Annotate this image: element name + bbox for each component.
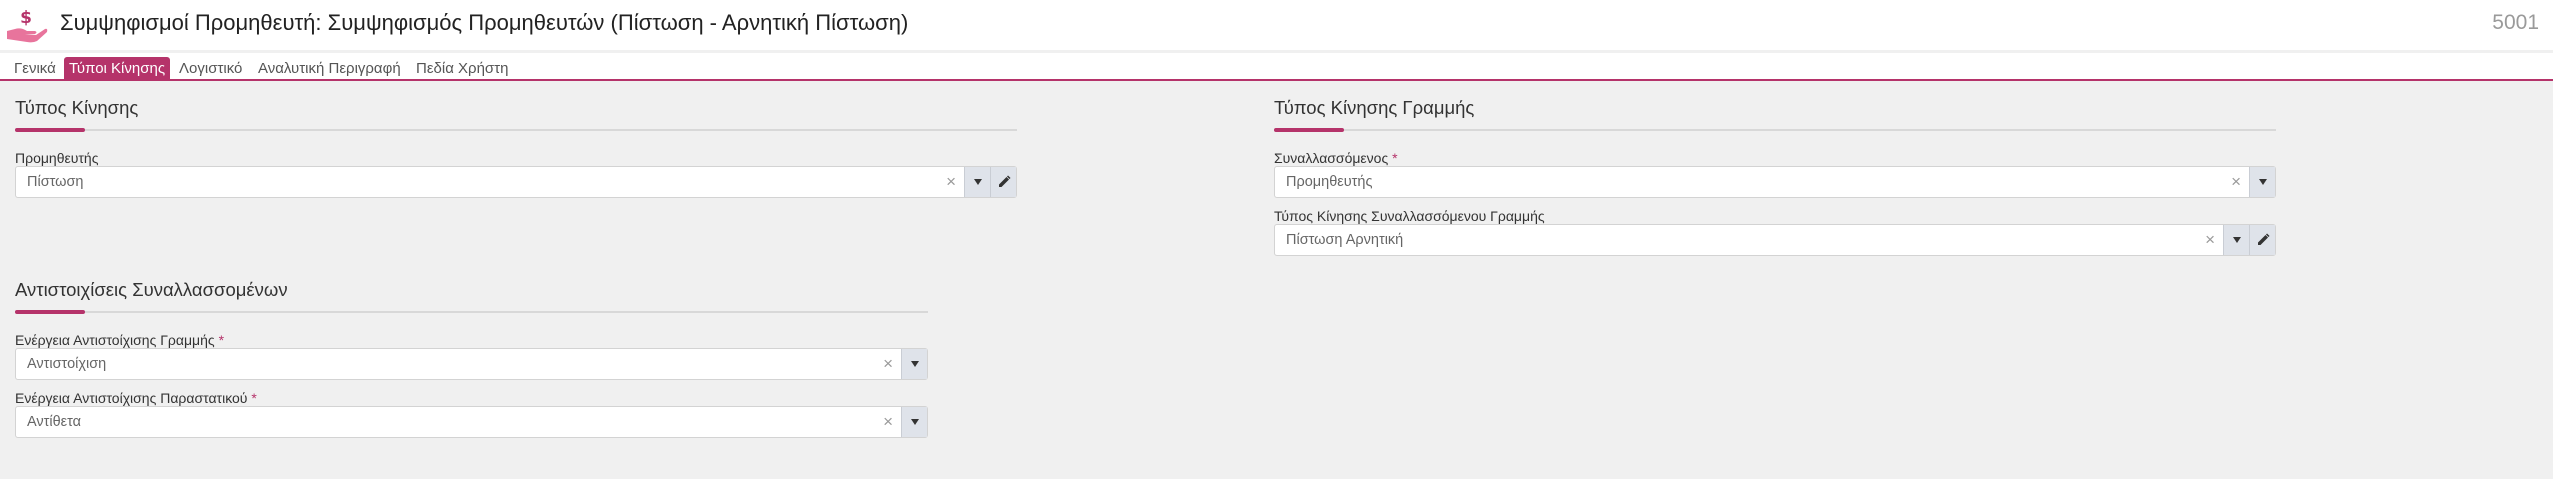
counterparty-label-text: Συναλλασσόμενος (1274, 150, 1389, 166)
edit-button[interactable] (990, 167, 1016, 197)
section-divider (15, 129, 1017, 131)
section-title-line-movement-type: Τύπος Κίνησης Γραμμής (1274, 97, 1475, 118)
clear-icon[interactable]: × (883, 412, 893, 432)
line-action-value: Αντιστοίχιση (27, 356, 107, 372)
tab-accounting[interactable]: Λογιστικό (174, 57, 247, 81)
chevron-down-icon (910, 419, 919, 425)
chevron-down-icon (973, 179, 982, 185)
line-action-label-text: Ενέργεια Αντιστοίχισης Γραμμής (15, 332, 215, 348)
clear-icon[interactable]: × (2205, 230, 2215, 250)
svg-text:$: $ (20, 8, 32, 28)
page-header: $ Συμψηφισμοί Προμηθευτή: Συμψηφισμός Πρ… (0, 0, 2553, 50)
dropdown-button[interactable] (901, 349, 927, 379)
section-divider (1274, 129, 2276, 131)
chevron-down-icon (2258, 179, 2267, 185)
chevron-down-icon (910, 361, 919, 367)
tab-detailed-description[interactable]: Αναλυτική Περιγραφή (253, 57, 406, 81)
counterparty-line-type-label: Τύπος Κίνησης Συναλλασσόμενου Γραμμής (1274, 208, 1545, 224)
tab-user-fields[interactable]: Πεδία Χρήστη (411, 57, 513, 81)
dropdown-button[interactable] (964, 167, 990, 197)
counterparty-line-type-field[interactable]: Πίστωση Αρνητική × (1274, 224, 2276, 256)
section-title-movement-type: Τύπος Κίνησης (15, 97, 139, 118)
section-title-counterparty-matching: Αντιστοιχίσεις Συναλλασσομένων (15, 279, 288, 300)
page-title: Συμψηφισμοί Προμηθευτή: Συμψηφισμός Προμ… (60, 10, 909, 35)
supplier-value: Πίστωση (27, 174, 84, 190)
required-marker: * (251, 390, 257, 406)
dropdown-button[interactable] (2223, 225, 2249, 255)
document-action-label-text: Ενέργεια Αντιστοίχισης Παραστατικού (15, 390, 248, 406)
document-action-field[interactable]: Αντίθετα × (15, 406, 928, 438)
pencil-icon (2257, 233, 2270, 245)
edit-button[interactable] (2249, 225, 2275, 255)
line-action-field[interactable]: Αντιστοίχιση × (15, 348, 928, 380)
section-accent (1274, 128, 1344, 132)
document-action-label: Ενέργεια Αντιστοίχισης Παραστατικού * (15, 390, 257, 406)
required-marker: * (1392, 150, 1398, 166)
document-action-value: Αντίθετα (27, 414, 82, 430)
counterparty-value: Προμηθευτής (1286, 174, 1373, 190)
tab-general[interactable]: Γενικά (9, 57, 61, 81)
section-divider (15, 311, 928, 313)
counterparty-field[interactable]: Προμηθευτής × (1274, 166, 2276, 198)
chevron-down-icon (2232, 237, 2241, 243)
section-accent (15, 310, 85, 314)
tab-movement-types[interactable]: Τύποι Κίνησης (64, 57, 171, 81)
record-number: 5001 (2492, 11, 2539, 34)
supplier-label: Προμηθευτής (15, 150, 99, 166)
hand-dollar-icon: $ (7, 8, 48, 43)
clear-icon[interactable]: × (2231, 172, 2241, 192)
supplier-field[interactable]: Πίστωση × (15, 166, 1017, 198)
counterparty-line-type-value: Πίστωση Αρνητική (1286, 232, 1404, 248)
required-marker: * (218, 332, 225, 348)
clear-icon[interactable]: × (883, 354, 893, 374)
dropdown-button[interactable] (901, 407, 927, 437)
clear-icon[interactable]: × (946, 172, 956, 192)
pencil-icon (998, 175, 1011, 187)
counterparty-label: Συναλλασσόμενος * (1274, 150, 1398, 166)
tab-bar: Γενικά Τύποι Κίνησης Λογιστικό Αναλυτική… (0, 53, 2553, 81)
section-accent (15, 128, 85, 132)
line-action-label: Ενέργεια Αντιστοίχισης Γραμμής * (15, 332, 224, 348)
dropdown-button[interactable] (2249, 167, 2275, 197)
